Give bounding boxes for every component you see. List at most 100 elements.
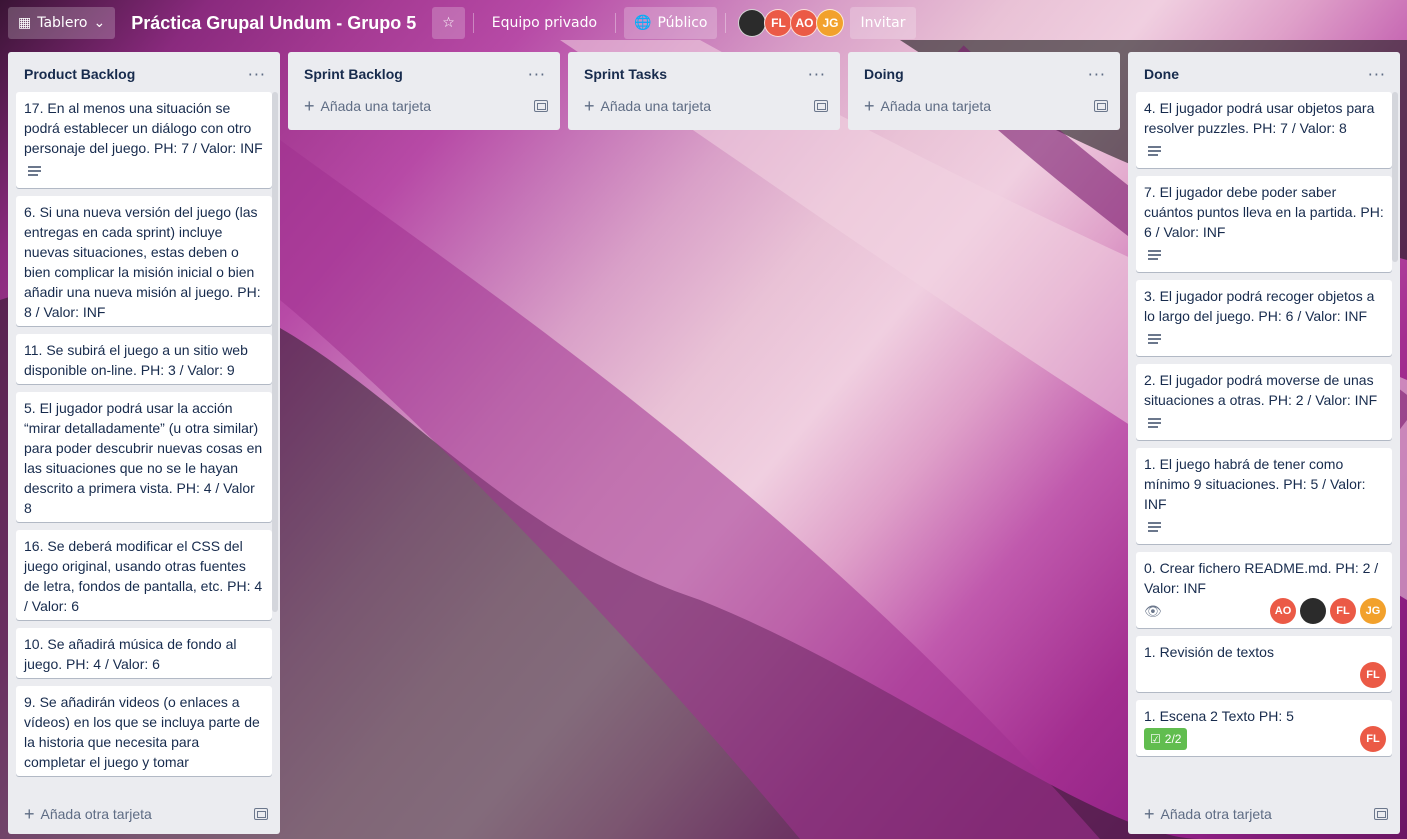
scrollbar[interactable]: [1392, 92, 1398, 262]
add-card-label: Añada otra tarjeta: [40, 806, 152, 822]
view-switcher-button[interactable]: ▦ Tablero ⌄: [8, 7, 116, 39]
list-title[interactable]: Done: [1144, 66, 1179, 82]
visibility-label: Público: [657, 15, 708, 31]
card-template-icon[interactable]: [254, 808, 268, 820]
add-card-button[interactable]: + Añada otra tarjeta: [1128, 796, 1400, 834]
member-avatar[interactable]: [738, 9, 767, 37]
card-template-icon[interactable]: [1094, 100, 1108, 112]
visibility-button[interactable]: 🌐 Público: [624, 7, 718, 39]
add-card-label: Añada otra tarjeta: [1160, 806, 1272, 822]
card[interactable]: 10. Se añadirá música de fondo al juego.…: [16, 628, 272, 678]
add-card-button[interactable]: + Añada una tarjeta: [848, 92, 1120, 128]
list-header: Doing ···: [848, 52, 1120, 92]
card-list: 4. El jugador podrá usar objetos para re…: [1128, 92, 1400, 796]
add-card-label: Añada una tarjeta: [600, 98, 712, 114]
plus-icon: +: [584, 96, 595, 116]
description-icon: [1148, 146, 1162, 156]
card-title: 10. Se añadirá música de fondo al juego.…: [24, 636, 237, 672]
card-template-icon[interactable]: [1374, 808, 1388, 820]
list-header: Sprint Tasks ···: [568, 52, 840, 92]
member-avatar[interactable]: JG: [816, 9, 845, 37]
plus-icon: +: [24, 804, 35, 824]
add-card-button[interactable]: + Añada otra tarjeta: [8, 796, 280, 834]
card-title: 4. El jugador podrá usar objetos para re…: [1144, 100, 1375, 136]
list-title[interactable]: Doing: [864, 66, 904, 82]
card-title: 9. Se añadirán videos (o enlaces a vídeo…: [24, 694, 260, 770]
divider: [472, 13, 474, 33]
card-badges: [1144, 138, 1384, 164]
card-member-avatar[interactable]: AO: [1270, 598, 1296, 624]
checklist-icon: ☑: [1150, 732, 1161, 746]
list-header: Product Backlog ···: [8, 52, 280, 92]
add-card-button[interactable]: + Añada una tarjeta: [288, 92, 560, 128]
list-menu-icon[interactable]: ···: [1362, 65, 1392, 84]
star-button[interactable]: ☆: [432, 7, 465, 39]
card-title: 16. Se deberá modificar el CSS del juego…: [24, 538, 263, 614]
divider: [725, 13, 727, 33]
list-sprint-tasks: Sprint Tasks ··· + Añada una tarjeta: [568, 52, 840, 130]
list-title[interactable]: Sprint Backlog: [304, 66, 403, 82]
member-avatar[interactable]: AO: [790, 9, 819, 37]
plus-icon: +: [1144, 804, 1155, 824]
add-card-label: Añada una tarjeta: [880, 98, 992, 114]
list-title[interactable]: Product Backlog: [24, 66, 135, 82]
card[interactable]: 3. El jugador podrá recoger objetos a lo…: [1136, 280, 1392, 356]
card-template-icon[interactable]: [814, 100, 828, 112]
card[interactable]: 5. El jugador podrá usar la acción “mira…: [16, 392, 272, 522]
card[interactable]: 1. Escena 2 Texto PH: 5 ☑ 2/2 FL: [1136, 700, 1392, 756]
card-member-avatar[interactable]: [1300, 598, 1326, 624]
card-title: 1. El juego habrá de tener como mínimo 9…: [1144, 456, 1366, 512]
scrollbar[interactable]: [272, 92, 278, 612]
star-icon: ☆: [442, 15, 455, 31]
card-title: 17. En al menos una situación se podrá e…: [24, 100, 263, 156]
card-list: 17. En al menos una situación se podrá e…: [8, 92, 280, 796]
card[interactable]: 11. Se subirá el juego a un sitio web di…: [16, 334, 272, 384]
chevron-down-icon: ⌄: [93, 15, 106, 31]
card[interactable]: 16. Se deberá modificar el CSS del juego…: [16, 530, 272, 620]
list-menu-icon[interactable]: ···: [1082, 65, 1112, 84]
list-done: Done ··· 4. El jugador podrá usar objetos …: [1128, 52, 1400, 834]
list-menu-icon[interactable]: ···: [242, 65, 272, 84]
card-badges: [1144, 514, 1384, 540]
description-icon: [1148, 250, 1162, 260]
card[interactable]: 0. Crear fichero README.md. PH: 2 / Valo…: [1136, 552, 1392, 628]
description-icon: [1148, 418, 1162, 428]
watch-icon: 👁: [1144, 603, 1162, 619]
card-template-icon[interactable]: [534, 100, 548, 112]
card-badges: FL: [1144, 662, 1386, 688]
card-badges: [1144, 410, 1384, 436]
card-title: 6. Si una nueva versión del juego (las e…: [24, 204, 261, 320]
card-member-avatar[interactable]: FL: [1360, 726, 1386, 752]
card-member-avatar[interactable]: JG: [1360, 598, 1386, 624]
board-view-icon: ▦: [18, 15, 32, 31]
invite-button[interactable]: Invitar: [850, 7, 916, 39]
view-label: Tablero: [37, 15, 88, 31]
card-member-avatar[interactable]: FL: [1360, 662, 1386, 688]
card[interactable]: 4. El jugador podrá usar objetos para re…: [1136, 92, 1392, 168]
description-icon: [1148, 522, 1162, 532]
list-menu-icon[interactable]: ···: [522, 65, 552, 84]
member-avatar[interactable]: FL: [764, 9, 793, 37]
card[interactable]: 1. El juego habrá de tener como mínimo 9…: [1136, 448, 1392, 544]
card-title: 1. Escena 2 Texto PH: 5: [1144, 708, 1294, 724]
list-header: Sprint Backlog ···: [288, 52, 560, 92]
card-badges: ☑ 2/2 FL: [1144, 726, 1386, 752]
team-button[interactable]: Equipo privado: [482, 7, 607, 39]
card[interactable]: 17. En al menos una situación se podrá e…: [16, 92, 272, 188]
card[interactable]: 2. El jugador podrá moverse de unas situ…: [1136, 364, 1392, 440]
card-title: 2. El jugador podrá moverse de unas situ…: [1144, 372, 1378, 408]
plus-icon: +: [864, 96, 875, 116]
card-member-avatar[interactable]: FL: [1330, 598, 1356, 624]
add-card-label: Añada una tarjeta: [320, 98, 432, 114]
card-badges: [1144, 242, 1384, 268]
add-card-button[interactable]: + Añada una tarjeta: [568, 92, 840, 128]
card[interactable]: 1. Revisión de textos FL: [1136, 636, 1392, 692]
card[interactable]: 9. Se añadirán videos (o enlaces a vídeo…: [16, 686, 272, 776]
list-menu-icon[interactable]: ···: [802, 65, 832, 84]
card[interactable]: 6. Si una nueva versión del juego (las e…: [16, 196, 272, 326]
card-title: 7. El jugador debe poder saber cuántos p…: [1144, 184, 1384, 240]
card-badges: [24, 158, 264, 184]
list-title[interactable]: Sprint Tasks: [584, 66, 667, 82]
card[interactable]: 7. El jugador debe poder saber cuántos p…: [1136, 176, 1392, 272]
board-title[interactable]: Práctica Grupal Undum - Grupo 5: [123, 13, 424, 34]
